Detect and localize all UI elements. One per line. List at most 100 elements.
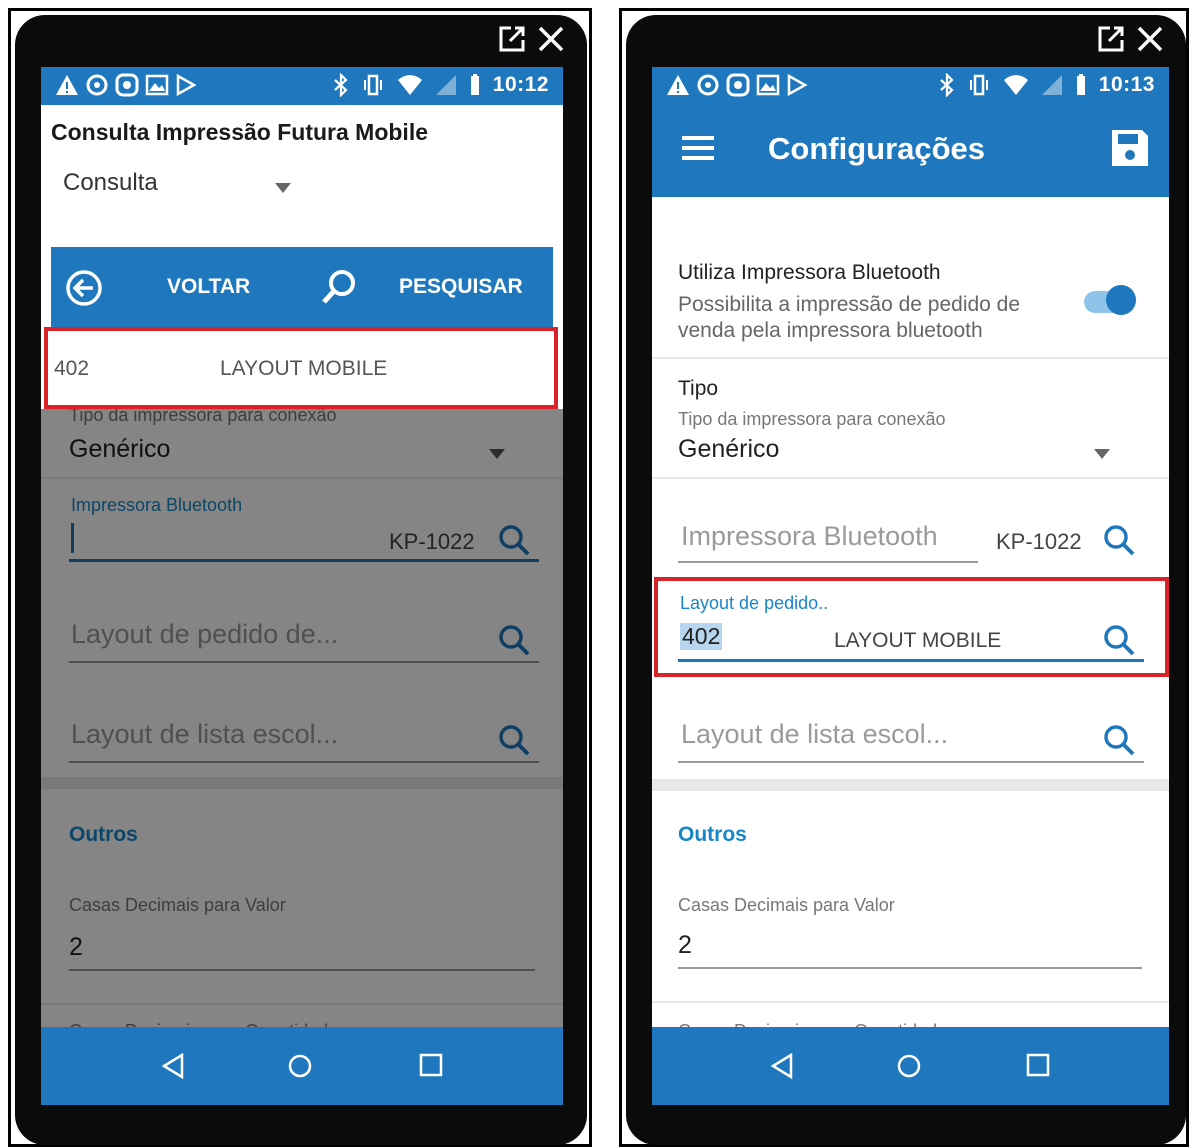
warning-icon (667, 75, 689, 95)
signal-icon (1041, 75, 1062, 95)
casas-valor-label: Casas Decimais para Valor (69, 895, 286, 915)
status-time: 10:12 (492, 73, 549, 96)
play-icon (176, 73, 197, 97)
bluetooth-toggle-desc-1: Possibilita a impressão de pedido de (678, 293, 1021, 316)
layout-pedido-hint[interactable]: Layout de pedido de... (71, 619, 338, 650)
bluetooth-label: Impressora Bluetooth (71, 495, 243, 515)
popout-icon[interactable] (497, 24, 527, 54)
bluetooth-value: KP-1022 (389, 529, 475, 554)
consulta-select-value: Consulta (63, 169, 158, 196)
search-icon[interactable] (497, 623, 531, 657)
casas-valor-value[interactable]: 2 (678, 931, 692, 960)
layout-lista-hint[interactable]: Layout de lista escol... (681, 719, 948, 750)
save-icon[interactable] (1109, 127, 1151, 169)
divider (652, 1001, 1169, 1003)
play-icon (787, 73, 808, 97)
bluetooth-toggle-desc-2: venda pela impressora bluetooth (678, 319, 983, 342)
layout-pedido-underline (678, 659, 1144, 662)
tipo-title: Tipo (678, 377, 719, 400)
layout-pedido-code[interactable]: 402 (680, 623, 723, 650)
battery-icon (470, 74, 479, 95)
left-screen: 10:12 Tipo da impressora para conexão Ge… (41, 67, 563, 1105)
impressora-bluetooth-value: KP-1022 (996, 529, 1082, 554)
search-icon[interactable] (497, 523, 531, 557)
pesquisar-button[interactable]: PESQUISAR (399, 275, 523, 299)
gallery-icon (145, 74, 169, 96)
home-nav-icon[interactable] (896, 1053, 922, 1079)
circle-icon (86, 74, 108, 96)
close-icon[interactable] (537, 25, 565, 53)
section-divider (652, 779, 1169, 791)
result-code: 402 (54, 357, 90, 380)
app-bar: Configurações (652, 105, 1169, 197)
menu-icon[interactable] (682, 135, 714, 161)
layout-pedido-label: Layout de pedido.. (680, 593, 829, 613)
android-nav-bar (652, 1027, 1169, 1105)
right-screen: 10:13 Configurações Utiliza Impressora B… (652, 67, 1169, 1105)
consulta-select[interactable]: Consulta (63, 169, 291, 209)
dialog-toolbar: VOLTAR PESQUISAR (51, 247, 553, 327)
voltar-button[interactable]: VOLTAR (167, 275, 250, 299)
left-panel-frame: 10:12 Tipo da impressora para conexão Ge… (8, 8, 592, 1147)
app-icon (726, 73, 750, 97)
tipo-dropdown-icon[interactable] (489, 449, 505, 459)
search-icon[interactable] (1102, 723, 1136, 757)
recents-nav-icon[interactable] (1026, 1053, 1050, 1077)
signal-icon (435, 75, 456, 95)
divider (41, 1003, 563, 1005)
section-divider (41, 777, 563, 789)
left-phone: 10:12 Tipo da impressora para conexão Ge… (15, 15, 587, 1145)
bluetooth-icon (334, 73, 348, 97)
notification-icons (666, 73, 808, 97)
status-bar: 10:12 (41, 67, 563, 105)
wifi-icon (1003, 75, 1028, 95)
popout-icon[interactable] (1096, 24, 1126, 54)
recents-nav-icon[interactable] (419, 1053, 443, 1077)
back-nav-icon[interactable] (161, 1053, 185, 1079)
casas-valor-underline (69, 969, 535, 971)
divider (652, 357, 1169, 359)
page-title: Configurações (768, 131, 986, 166)
search-icon[interactable] (1102, 623, 1136, 657)
close-icon[interactable] (1136, 25, 1164, 53)
impressora-bluetooth-underline (678, 561, 978, 563)
left-window-controls (497, 19, 565, 59)
search-result-row[interactable]: 402 LAYOUT MOBILE (44, 327, 558, 409)
highlight-box (654, 577, 1169, 677)
back-arrow-icon[interactable] (65, 269, 103, 307)
back-nav-icon[interactable] (770, 1053, 794, 1079)
search-icon[interactable] (1102, 523, 1136, 557)
home-nav-icon[interactable] (287, 1053, 313, 1079)
result-description: LAYOUT MOBILE (220, 357, 388, 380)
casas-valor-underline (678, 967, 1142, 969)
notification-icons (55, 73, 197, 97)
tipo-value[interactable]: Genérico (678, 435, 779, 464)
tipo-value[interactable]: Genérico (69, 435, 170, 464)
gallery-icon (756, 74, 780, 96)
status-bar: 10:13 (652, 67, 1169, 105)
warning-icon (56, 75, 78, 95)
layout-lista-hint[interactable]: Layout de lista escol... (71, 719, 338, 750)
text-cursor (71, 523, 74, 553)
search-icon[interactable] (319, 267, 359, 307)
status-time: 10:13 (1098, 73, 1155, 96)
search-icon[interactable] (497, 723, 531, 757)
bluetooth-icon (940, 73, 954, 97)
section-title-outros: Outros (678, 823, 747, 846)
app-icon (115, 73, 139, 97)
chevron-down-icon (275, 183, 291, 193)
dialog-title: Consulta Impressão Futura Mobile (51, 119, 428, 145)
divider (41, 477, 563, 479)
system-icons: 10:12 (333, 73, 549, 97)
section-title-outros: Outros (69, 823, 138, 846)
impressora-bluetooth-hint[interactable]: Impressora Bluetooth (681, 521, 938, 552)
right-phone: 10:13 Configurações Utiliza Impressora B… (626, 15, 1186, 1145)
right-panel-frame: 10:13 Configurações Utiliza Impressora B… (619, 8, 1189, 1147)
divider (652, 477, 1169, 479)
system-icons: 10:13 (939, 73, 1155, 97)
casas-valor-value[interactable]: 2 (69, 933, 83, 962)
layout-lista-underline (678, 761, 1144, 763)
bluetooth-toggle-title: Utiliza Impressora Bluetooth (678, 261, 941, 284)
chevron-down-icon[interactable] (1094, 449, 1110, 459)
right-window-controls (1096, 19, 1164, 59)
